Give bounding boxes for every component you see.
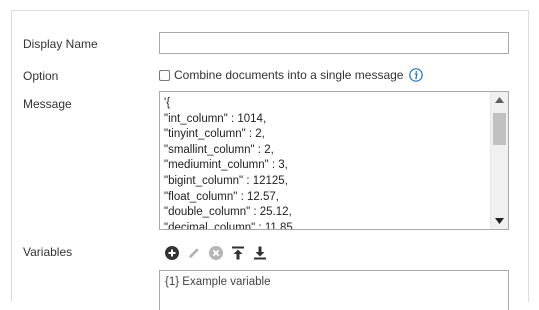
variables-list[interactable]: {1} Example variable bbox=[159, 270, 509, 310]
scroll-down-button[interactable] bbox=[491, 213, 508, 229]
edit-icon[interactable] bbox=[186, 245, 202, 261]
message-line: "smallint_column" : 2, bbox=[164, 143, 274, 156]
message-line: "bigint_column" : 12125, bbox=[164, 174, 288, 187]
message-line: "double_column" : 25.12, bbox=[164, 206, 292, 219]
move-top-icon[interactable] bbox=[230, 245, 246, 261]
scroll-up-arrow-icon bbox=[495, 97, 504, 103]
add-icon[interactable] bbox=[164, 245, 180, 261]
combine-documents-label[interactable]: Combine documents into a single message bbox=[174, 68, 403, 82]
scroll-down-arrow-icon bbox=[495, 218, 504, 224]
message-line: "float_column" : 12.57, bbox=[164, 190, 279, 203]
option-label: Option bbox=[23, 69, 59, 83]
variables-label: Variables bbox=[23, 245, 73, 259]
message-line: "int_column" : 1014, bbox=[164, 112, 267, 125]
message-line: "decimal_column" : 11.85, bbox=[164, 221, 296, 230]
info-icon[interactable] bbox=[409, 68, 424, 82]
remove-icon[interactable] bbox=[208, 245, 224, 261]
display-name-label: Display Name bbox=[23, 37, 98, 51]
message-line: "mediumint_column" : 3, bbox=[164, 159, 288, 172]
variable-item[interactable]: {1} Example variable bbox=[165, 276, 270, 288]
variables-toolbar bbox=[164, 245, 268, 261]
scroll-up-button[interactable] bbox=[491, 92, 508, 108]
message-textarea[interactable]: '{ "int_column" : 1014, "tinyint_column" :… bbox=[159, 91, 509, 230]
message-content: '{ "int_column" : 1014, "tinyint_column" :… bbox=[164, 96, 489, 230]
display-name-input[interactable] bbox=[159, 32, 509, 54]
move-bottom-icon[interactable] bbox=[252, 245, 268, 261]
message-label: Message bbox=[23, 97, 72, 111]
message-scrollbar[interactable] bbox=[490, 92, 508, 229]
scroll-thumb[interactable] bbox=[493, 113, 506, 145]
combine-documents-checkbox[interactable] bbox=[159, 69, 170, 81]
combine-documents-option: Combine documents into a single message bbox=[159, 68, 424, 82]
message-line: '{ bbox=[164, 97, 171, 109]
message-line: "tinyint_column" : 2, bbox=[164, 128, 265, 141]
